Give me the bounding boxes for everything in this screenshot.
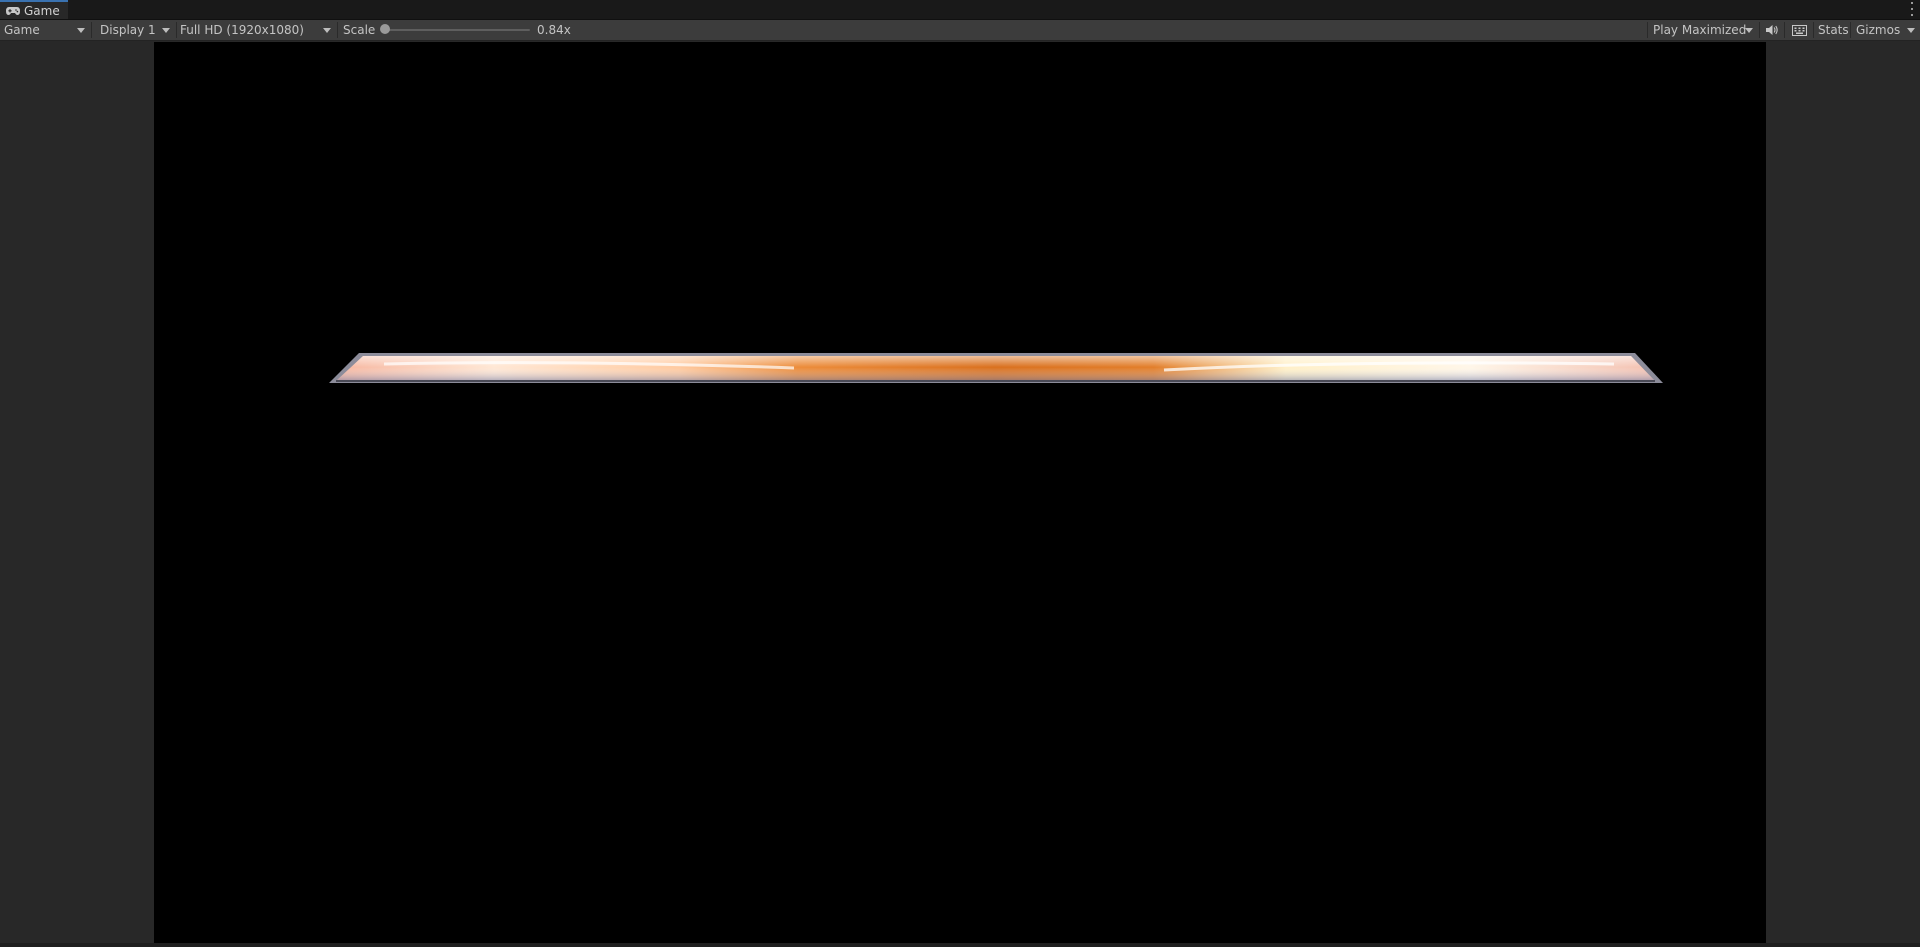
toolbar-divider <box>1759 22 1760 38</box>
toolbar-divider <box>1784 22 1785 38</box>
chevron-down-icon <box>1907 28 1915 33</box>
chevron-down-icon <box>162 28 170 33</box>
window-tab-bar: Game <box>0 0 1920 20</box>
mute-audio-button[interactable] <box>1762 20 1782 40</box>
play-mode-dropdown[interactable]: Play Maximized <box>1648 20 1758 40</box>
game-render <box>329 353 1663 383</box>
stats-button[interactable]: Stats <box>1814 20 1854 40</box>
keyboard-shortcuts-button[interactable] <box>1787 20 1811 40</box>
gamepad-icon <box>6 6 20 15</box>
scale-value-text: 0.84x <box>537 23 571 37</box>
stats-label: Stats <box>1818 23 1849 37</box>
toolbar-divider <box>337 22 338 38</box>
tab-game[interactable]: Game <box>0 0 68 19</box>
chevron-down-icon <box>77 28 85 33</box>
toolbar-divider <box>91 22 92 38</box>
keyboard-icon <box>1791 24 1807 36</box>
display-label: Display 1 <box>100 23 156 37</box>
speaker-icon <box>1766 25 1778 35</box>
scale-label: Scale <box>339 20 375 40</box>
scale-slider-thumb[interactable] <box>380 24 390 34</box>
gizmos-dropdown[interactable]: Gizmos <box>1851 20 1920 40</box>
kebab-menu-icon[interactable] <box>1910 2 1914 16</box>
chevron-down-icon <box>1745 28 1753 33</box>
scale-label-text: Scale <box>343 23 376 37</box>
gizmos-label: Gizmos <box>1856 23 1901 37</box>
bottom-border <box>0 943 1920 947</box>
chevron-down-icon <box>323 28 331 33</box>
view-mode-label: Game <box>4 23 40 37</box>
view-mode-dropdown[interactable]: Game <box>0 20 90 40</box>
tab-label: Game <box>24 3 60 18</box>
scale-slider-track[interactable] <box>385 29 530 31</box>
game-toolbar: Game Display 1 Full HD (1920x1080) Scale… <box>0 20 1920 41</box>
play-mode-label: Play Maximized <box>1653 23 1747 37</box>
scale-value: 0.84x <box>533 20 571 40</box>
resolution-label: Full HD (1920x1080) <box>180 23 304 37</box>
display-dropdown[interactable]: Display 1 <box>95 20 175 40</box>
resolution-dropdown[interactable]: Full HD (1920x1080) <box>176 20 336 40</box>
glowing-platform <box>329 353 1663 383</box>
game-viewport[interactable] <box>154 42 1766 943</box>
